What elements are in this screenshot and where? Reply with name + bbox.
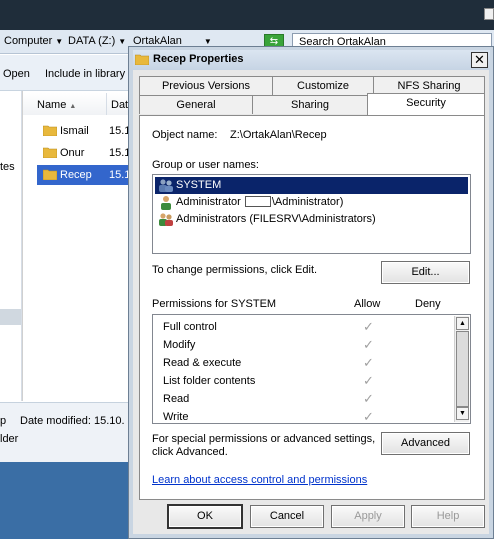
help-button[interactable]: Help: [411, 505, 485, 528]
permission-row: List folder contents ✓: [163, 373, 453, 391]
nav-partial-label: tes: [0, 161, 15, 173]
redacted-box: [244, 196, 271, 207]
permission-name: Full control: [163, 321, 217, 333]
apply-button[interactable]: Apply: [331, 505, 405, 528]
permission-name: Write: [163, 411, 189, 423]
edit-button[interactable]: Edit...: [381, 261, 470, 284]
column-header-name[interactable]: Name ▲: [23, 93, 107, 115]
allow-check-icon: ✓: [363, 355, 374, 370]
file-row-recep[interactable]: Recep 15.1: [37, 165, 135, 185]
permission-name: Read: [163, 393, 190, 405]
permission-row: Read ✓: [163, 391, 453, 409]
allow-check-icon: ✓: [363, 409, 374, 424]
scroll-up-icon[interactable]: ▲: [456, 317, 469, 330]
group-icon: [159, 179, 173, 192]
breadcrumb-computer[interactable]: Computer ▼: [4, 35, 63, 47]
properties-dialog: Recep Properties ✕ Previous Versions Cus…: [128, 46, 494, 539]
permission-row: Full control ✓: [163, 319, 453, 337]
permission-row: Write ✓: [163, 409, 453, 427]
close-icon: ✕: [474, 52, 485, 67]
tab-security[interactable]: Security: [367, 93, 485, 115]
allow-header: Allow: [354, 298, 381, 310]
permission-name: List folder contents: [163, 375, 256, 387]
file-row-onur[interactable]: Onur 15.1: [37, 143, 135, 163]
object-name-label: Object name:: [152, 129, 218, 141]
change-permissions-text: To change permissions, click Edit.: [152, 264, 318, 276]
file-row-ismail[interactable]: Ismail 15.1: [37, 121, 135, 141]
group-item-label: Administrator \Administrator): [176, 196, 344, 208]
details-date-modified: Date modified: 15.10.: [20, 415, 125, 427]
permission-row: Modify ✓: [163, 337, 453, 355]
deny-header: Deny: [415, 298, 441, 310]
allow-check-icon: ✓: [363, 319, 374, 334]
window-top-strip: [0, 0, 494, 30]
file-name: Onur: [60, 147, 85, 159]
file-name: Recep: [60, 169, 92, 181]
tab-previous-versions[interactable]: Previous Versions: [139, 76, 273, 95]
details-prefix: p: [0, 415, 7, 427]
close-button[interactable]: ✕: [471, 52, 488, 68]
allow-check-icon: ✓: [363, 373, 374, 388]
breadcrumb-data-drive[interactable]: DATA (Z:) ▼: [68, 35, 126, 47]
group-item-system[interactable]: SYSTEM: [155, 177, 468, 194]
folder-icon: [43, 125, 57, 136]
permission-name: Modify: [163, 339, 196, 351]
permissions-list: Full control ✓ Modify ✓ Read & execute ✓…: [152, 314, 471, 424]
folder-icon: [135, 54, 149, 65]
user-icon: [161, 196, 171, 210]
permissions-header: Permissions for SYSTEM: [152, 298, 277, 310]
group-item-administrators[interactable]: Administrators (FILESRV\Administrators): [155, 211, 468, 228]
group-names-list: SYSTEM Administrator \Administrator) Adm…: [152, 174, 471, 254]
nav-selected-item[interactable]: [0, 309, 21, 325]
security-tab-panel: Object name: Z:\OrtakAlan\Recep Group or…: [139, 115, 485, 500]
allow-check-icon: ✓: [363, 391, 374, 406]
details-type: lder: [0, 433, 19, 445]
group-names-label: Group or user names:: [152, 159, 259, 171]
ok-button[interactable]: OK: [168, 505, 242, 528]
advanced-button[interactable]: Advanced: [381, 432, 470, 455]
window-edge: [484, 8, 494, 20]
group-icon: [159, 213, 173, 226]
navigation-pane: tes: [0, 91, 22, 401]
permission-row: Read & execute ✓: [163, 355, 453, 373]
dialog-title: Recep Properties: [153, 53, 244, 65]
group-item-label: Administrators (FILESRV\Administrators): [176, 213, 376, 225]
group-item-label: SYSTEM: [176, 179, 222, 191]
open-command[interactable]: Open: [3, 68, 30, 80]
cancel-button[interactable]: Cancel: [250, 505, 324, 528]
learn-access-control-link[interactable]: Learn about access control and permissio…: [152, 474, 367, 486]
scroll-thumb[interactable]: [456, 331, 469, 407]
folder-icon: [43, 147, 57, 158]
file-list: Name ▲ Date Ismail 15.1 Onur 15.1 Recep …: [23, 91, 135, 401]
permissions-scrollbar[interactable]: ▲ ▼: [454, 316, 469, 422]
tab-general[interactable]: General: [139, 95, 253, 114]
tab-customize[interactable]: Customize: [272, 76, 374, 95]
click-advanced-text: click Advanced.: [152, 446, 228, 458]
details-pane: p Date modified: 15.10. lder: [0, 402, 130, 462]
tab-sharing[interactable]: Sharing: [252, 95, 368, 114]
file-name: Ismail: [60, 125, 89, 137]
scroll-down-icon[interactable]: ▼: [456, 407, 469, 420]
dialog-title-bar[interactable]: Recep Properties ✕: [133, 50, 490, 70]
allow-check-icon: ✓: [363, 337, 374, 352]
group-item-administrator[interactable]: Administrator \Administrator): [155, 194, 468, 211]
permission-name: Read & execute: [163, 357, 242, 369]
object-name-value: Z:\OrtakAlan\Recep: [230, 129, 327, 141]
folder-icon: [43, 169, 57, 180]
special-permissions-text: For special permissions or advanced sett…: [152, 433, 376, 445]
include-in-library-command[interactable]: Include in library: [45, 68, 125, 80]
